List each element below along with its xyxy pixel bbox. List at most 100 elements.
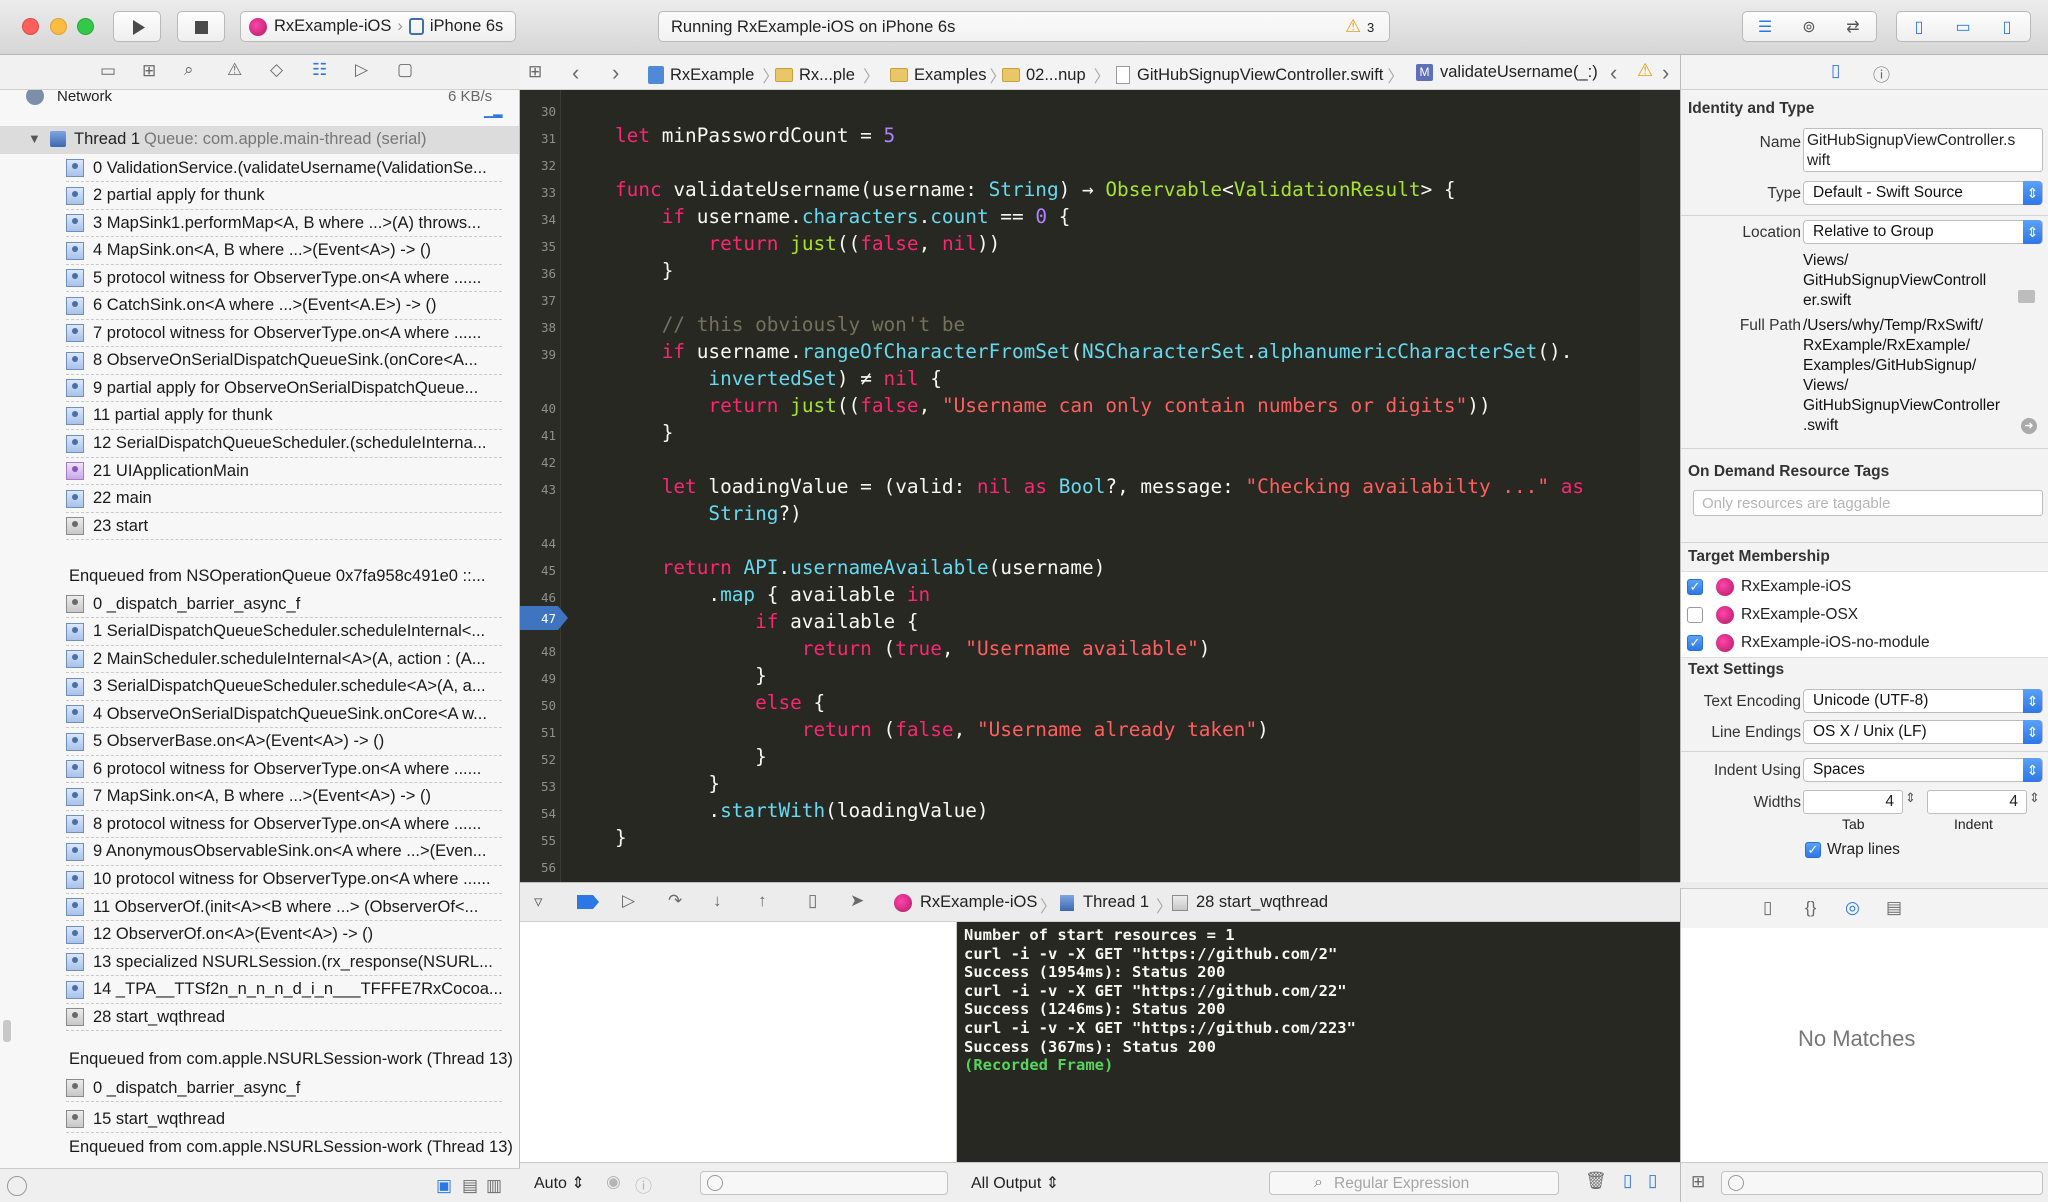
indent-width-stepper[interactable]: ⇕: [2029, 790, 2040, 806]
tab-width-stepper[interactable]: ⇕: [1905, 790, 1916, 806]
warning-count[interactable]: 3: [1367, 20, 1374, 35]
hide-debug-area-icon[interactable]: ▿: [534, 892, 543, 912]
trash-icon[interactable]: 🗑: [1585, 1171, 1607, 1191]
stack-frame-row[interactable]: 3 MapSink1.performMap<A, B where ...>(A)…: [66, 209, 481, 237]
stack-frame-row[interactable]: 6 protocol witness for ObserverType.on<A…: [66, 755, 481, 783]
issue-warning-icon[interactable]: ⚠: [1637, 60, 1653, 81]
show-variables-icon[interactable]: ▯: [1623, 1171, 1632, 1191]
stack-frame-row[interactable]: 8 protocol witness for ObserverType.on<A…: [66, 810, 481, 838]
breakpoints-toggle-icon[interactable]: [577, 895, 599, 909]
related-items-icon[interactable]: ⊞: [528, 62, 542, 82]
indent-using-popup[interactable]: Spaces: [1803, 758, 2043, 782]
debug-navigator-icon[interactable]: ☷: [312, 60, 327, 80]
stack-frame-row[interactable]: 10 protocol witness for ObserverType.on<…: [66, 866, 491, 894]
stack-frame-row[interactable]: 14 _TPA__TTSf2n_n_n_n_d_i_n___TFFFE7RxCo…: [66, 976, 503, 1004]
breakpoint-navigator-icon[interactable]: ▷: [355, 60, 368, 80]
continue-icon[interactable]: ▷: [622, 891, 635, 911]
file-type-popup[interactable]: Default - Swift Source: [1803, 181, 2043, 205]
quick-help-icon[interactable]: ⓘ: [1873, 61, 1890, 86]
stack-frame-row[interactable]: 5 ObserverBase.on<A>(Event<A>) -> (): [66, 728, 384, 756]
stack-frame-row[interactable]: 21 UIApplicationMain: [66, 457, 249, 485]
stack-frame-row[interactable]: 0 _dispatch_barrier_async_f: [66, 590, 300, 618]
debug-scheme[interactable]: RxExample-iOS: [920, 893, 1037, 912]
name-field[interactable]: GitHubSignupViewController.s wift: [1803, 128, 2043, 172]
version-editor-icon[interactable]: ⇄: [1831, 17, 1875, 37]
step-into-icon[interactable]: ↓: [713, 891, 722, 911]
choose-folder-icon[interactable]: [2018, 290, 2035, 303]
stack-frame-row[interactable]: 11 ObserverOf.(init<A><B where ...> (Obs…: [66, 893, 478, 921]
filter-icon[interactable]: [7, 1176, 27, 1196]
target-checkbox[interactable]: ✓: [1687, 635, 1703, 651]
stack-frame-row[interactable]: 28 start_wqthread: [66, 1003, 225, 1031]
resource-tags-field[interactable]: Only resources are taggable: [1693, 490, 2043, 516]
navigator-scroll-handle[interactable]: [3, 1020, 11, 1042]
crumb-file[interactable]: GitHubSignupViewController.swift 〉: [1116, 63, 1404, 87]
debug-frame[interactable]: 28 start_wqthread: [1196, 893, 1328, 912]
next-issue-icon[interactable]: ›: [1662, 60, 1669, 86]
minimize-window-button[interactable]: [50, 18, 67, 35]
line-number-gutter[interactable]: 30 31 32 33 34 35 36 37 38 39 40 41 42 43 44 45 46 48 49 50…: [520, 90, 561, 882]
library-search-field[interactable]: [1721, 1171, 2043, 1195]
debug-area-toggle-icon[interactable]: ▭: [1941, 17, 1985, 37]
stack-frame-row[interactable]: 13 specialized NSURLSession.(rx_response…: [66, 948, 493, 976]
crumb-method[interactable]: M validateUsername(_:): [1416, 63, 1598, 82]
disclosure-triangle-icon[interactable]: ▼: [28, 131, 41, 146]
stop-button[interactable]: [177, 11, 225, 42]
crumb-folder[interactable]: 02...nup 〉: [1002, 63, 1110, 87]
target-row[interactable]: RxExample-OSX: [1681, 601, 2048, 630]
show-only-crashed-icon[interactable]: ▣: [436, 1176, 452, 1196]
stack-frame-row[interactable]: 12 SerialDispatchQueueScheduler.(schedul…: [66, 430, 487, 458]
close-window-button[interactable]: [22, 18, 39, 35]
variables-view[interactable]: [520, 922, 957, 1168]
stack-frame-row[interactable]: 12 ObserverOf.on<A>(Event<A>) -> (): [66, 921, 373, 949]
scheme-selector[interactable]: RxExample-iOS › iPhone 6s: [240, 11, 516, 42]
indent-width-field[interactable]: 4: [1927, 790, 2027, 814]
crumb-examples[interactable]: Examples 〉: [890, 63, 1006, 87]
variables-search-field[interactable]: [700, 1171, 948, 1195]
crumb-project[interactable]: RxExample 〉: [648, 63, 779, 87]
object-library-icon[interactable]: ◎: [1845, 898, 1860, 918]
reveal-in-finder-icon[interactable]: ➜: [2021, 418, 2037, 434]
tab-width-field[interactable]: 4: [1803, 790, 1903, 814]
stack-frame-row[interactable]: 8 ObserveOnSerialDispatchQueueSink.(onCo…: [66, 347, 478, 375]
navigator-toggle-icon[interactable]: ▯: [1897, 17, 1941, 37]
find-navigator-icon[interactable]: ⌕: [184, 60, 194, 80]
back-icon[interactable]: ‹: [572, 60, 579, 86]
view-hierarchy-icon[interactable]: ▯: [808, 891, 817, 911]
simulate-location-icon[interactable]: ➤: [850, 891, 864, 911]
quick-look-icon[interactable]: ◉: [606, 1172, 621, 1192]
previous-issue-icon[interactable]: ‹: [1610, 60, 1617, 86]
stack-frame-row[interactable]: 9 AnonymousObservableSink.on<A where ...…: [66, 838, 486, 866]
text-encoding-popup[interactable]: Unicode (UTF-8): [1803, 689, 2043, 713]
show-threads-icon[interactable]: ▥: [486, 1176, 502, 1196]
line-endings-popup[interactable]: OS X / Unix (LF): [1803, 720, 2043, 744]
stack-frame-row[interactable]: 7 protocol witness for ObserverType.on<A…: [66, 319, 481, 347]
stack-frame-row[interactable]: 2 partial apply for thunk: [66, 182, 265, 210]
stack-frame-row[interactable]: 0 ValidationService.(validateUsername(Va…: [66, 154, 487, 182]
utilities-toggle-icon[interactable]: ▯: [1985, 17, 2029, 37]
standard-editor-icon[interactable]: ☰: [1743, 17, 1787, 37]
symbol-navigator-icon[interactable]: ⊞: [142, 61, 156, 81]
step-out-icon[interactable]: ↑: [758, 891, 767, 911]
debug-console[interactable]: Number of start resources = 1 curl -i -v …: [957, 922, 1680, 1162]
file-inspector-icon[interactable]: ▯: [1831, 61, 1840, 81]
run-button[interactable]: [113, 11, 161, 42]
assistant-editor-icon[interactable]: ⊚: [1787, 17, 1831, 37]
code-snippet-library-icon[interactable]: {}: [1805, 898, 1816, 918]
test-navigator-icon[interactable]: ◇: [270, 60, 283, 80]
stack-frame-row[interactable]: 1 SerialDispatchQueueScheduler.scheduleI…: [66, 618, 485, 646]
info-icon[interactable]: ⓘ: [635, 1172, 652, 1197]
editor-mode-control[interactable]: ☰ ⊚ ⇄: [1742, 11, 1877, 42]
report-navigator-icon[interactable]: ▢: [397, 60, 413, 80]
zoom-window-button[interactable]: [77, 18, 94, 35]
target-row[interactable]: ✓ RxExample-iOS-no-module: [1681, 630, 2048, 659]
stack-frame-row[interactable]: 0 _dispatch_barrier_async_f: [66, 1074, 300, 1102]
stack-frame-row[interactable]: 2 MainScheduler.scheduleInternal<A>(A, a…: [66, 645, 486, 673]
stack-frame-row[interactable]: 5 protocol witness for ObserverType.on<A…: [66, 264, 481, 292]
stack-frame-row[interactable]: 22 main: [66, 485, 152, 513]
wrap-lines-checkbox[interactable]: ✓: [1805, 842, 1821, 858]
stack-frame-row[interactable]: 4 ObserveOnSerialDispatchQueueSink.onCor…: [66, 700, 487, 728]
stack-frame-row[interactable]: 4 MapSink.on<A, B where ...>(Event<A>) -…: [66, 237, 431, 265]
issue-navigator-icon[interactable]: ⚠: [227, 60, 242, 80]
stack-frame-row[interactable]: 11 partial apply for thunk: [66, 402, 272, 430]
